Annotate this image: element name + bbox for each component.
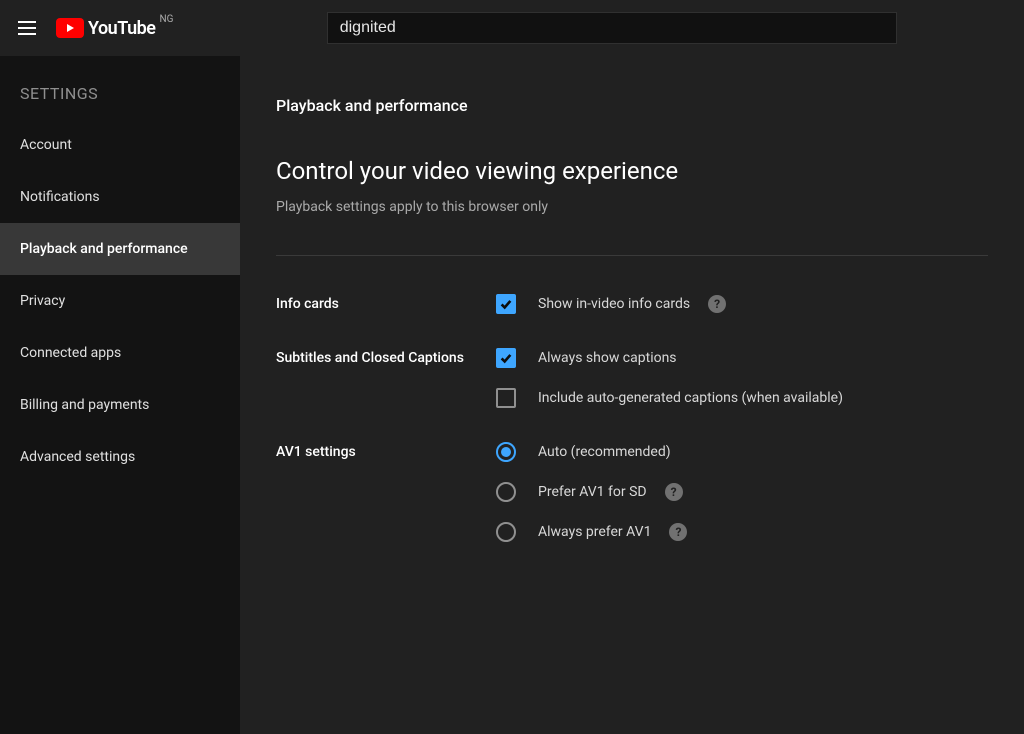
option-label-av1-sd: Prefer AV1 for SD [538, 484, 647, 500]
check-icon [499, 297, 513, 311]
sidebar-item-advanced[interactable]: Advanced settings [0, 431, 240, 483]
sidebar-item-playback[interactable]: Playback and performance [0, 223, 240, 275]
option-label-av1-auto: Auto (recommended) [538, 444, 671, 460]
option-label-include-auto: Include auto-generated captions (when av… [538, 390, 843, 406]
help-icon[interactable]: ? [669, 523, 687, 541]
hamburger-menu-icon[interactable] [16, 16, 40, 40]
radio-av1-always[interactable] [496, 522, 516, 542]
main-content: Playback and performance Control your vi… [240, 56, 1024, 734]
checkbox-include-auto[interactable] [496, 388, 516, 408]
radio-av1-auto[interactable] [496, 442, 516, 462]
checkbox-always-show-captions[interactable] [496, 348, 516, 368]
page-heading: Control your video viewing experience [276, 157, 988, 185]
check-icon [499, 351, 513, 365]
play-icon [56, 18, 84, 38]
page-subheading: Playback settings apply to this browser … [276, 199, 988, 215]
sidebar-title: SETTINGS [0, 72, 240, 119]
option-label-av1-always: Always prefer AV1 [538, 524, 651, 540]
sidebar-item-account[interactable]: Account [0, 119, 240, 171]
sidebar: SETTINGS Account Notifications Playback … [0, 56, 240, 734]
section-label-subtitles: Subtitles and Closed Captions [276, 348, 496, 408]
checkbox-info-cards[interactable] [496, 294, 516, 314]
logo-text: YouTube [88, 18, 155, 39]
divider [276, 255, 988, 256]
youtube-logo[interactable]: YouTube NG [56, 18, 155, 39]
section-label-av1: AV1 settings [276, 442, 496, 542]
header: YouTube NG [0, 0, 1024, 56]
help-icon[interactable]: ? [708, 295, 726, 313]
radio-av1-sd[interactable] [496, 482, 516, 502]
section-subtitles: Subtitles and Closed Captions Always sho… [276, 348, 988, 408]
country-code: NG [160, 14, 174, 25]
section-av1: AV1 settings Auto (recommended) Prefer A… [276, 442, 988, 542]
help-icon[interactable]: ? [665, 483, 683, 501]
sidebar-item-billing[interactable]: Billing and payments [0, 379, 240, 431]
sidebar-item-notifications[interactable]: Notifications [0, 171, 240, 223]
sidebar-item-connected-apps[interactable]: Connected apps [0, 327, 240, 379]
section-info-cards: Info cards Show in-video info cards ? [276, 294, 988, 314]
option-label-info-cards: Show in-video info cards [538, 296, 690, 312]
section-label-info-cards: Info cards [276, 294, 496, 314]
option-label-always-show: Always show captions [538, 350, 677, 366]
sidebar-item-privacy[interactable]: Privacy [0, 275, 240, 327]
search-input[interactable] [327, 12, 897, 44]
page-title: Playback and performance [276, 96, 988, 115]
